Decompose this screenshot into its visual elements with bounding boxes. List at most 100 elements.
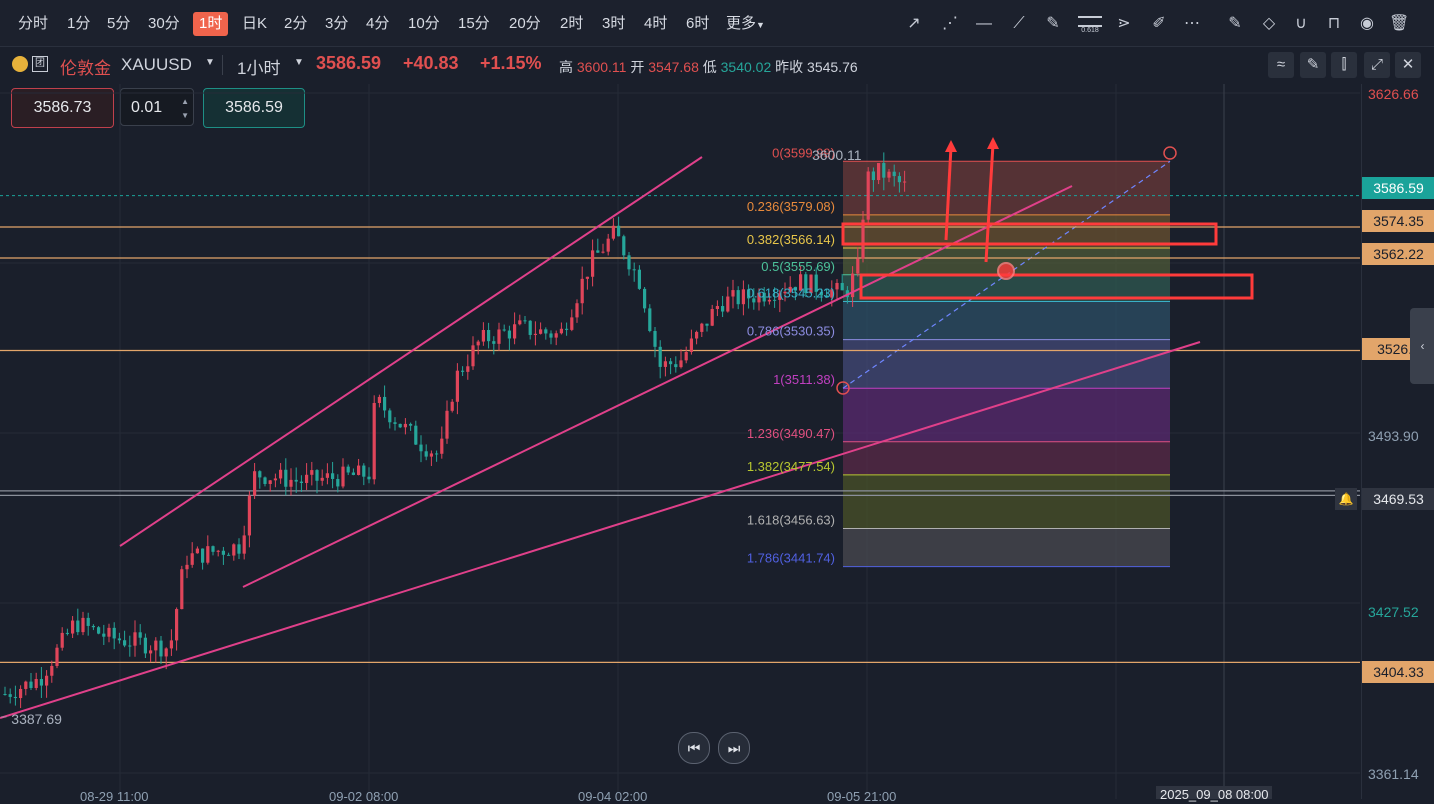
candle-body [658, 346, 662, 367]
candle-body [320, 477, 324, 481]
candle-body [897, 176, 901, 183]
candle-body [268, 480, 272, 484]
tf-15m[interactable]: 15分 [454, 12, 494, 36]
candle-body [143, 637, 147, 654]
candle-body [273, 478, 277, 481]
tf-3m[interactable]: 3分 [321, 12, 352, 36]
eraser-icon[interactable]: ◇ [1259, 14, 1279, 34]
fib-label: 0.5(3555.69) [761, 259, 835, 274]
price-change-pct: +1.15% [480, 53, 542, 73]
tf-1h[interactable]: 1时 [193, 12, 229, 36]
candle-body [398, 423, 402, 428]
candle-body [76, 620, 80, 633]
period-caret-icon[interactable]: ▼ [294, 57, 304, 68]
more-dots-icon[interactable]: ⋯ [1182, 14, 1202, 34]
price-axis[interactable]: 3626.66 3493.90 3427.52 3361.14 3586.59 … [1361, 84, 1434, 799]
scroll-forward-button[interactable]: ⏭ [718, 732, 750, 764]
candle-body [715, 306, 719, 310]
candle-body [570, 317, 574, 330]
dotted-arrow-icon[interactable]: ⋰ [940, 14, 960, 34]
arrow-up-right-icon[interactable]: ↗ [904, 14, 924, 34]
tf-fenshi[interactable]: 分时 [14, 12, 52, 36]
candle-body [258, 471, 262, 478]
candle-body [726, 296, 730, 312]
period-select[interactable]: 1小时 [237, 54, 280, 79]
tf-6h[interactable]: 6时 [682, 12, 713, 36]
candle-body [81, 617, 85, 633]
tf-day[interactable]: 日K [238, 12, 271, 36]
more-menu[interactable]: 更多▼ [722, 12, 769, 36]
tf-10m[interactable]: 10分 [404, 12, 444, 36]
candle-body [351, 472, 355, 475]
tf-2h[interactable]: 2时 [556, 12, 587, 36]
bell-icon[interactable]: 🔔 [1335, 488, 1357, 510]
axis-label-top: 3626.66 [1368, 86, 1419, 102]
pen-icon[interactable]: ✎ [1043, 14, 1063, 34]
edit-icon[interactable]: ✎ [1225, 14, 1245, 34]
candle-body [289, 479, 293, 487]
candle-body [632, 269, 636, 271]
trend-line-icon[interactable]: ⟋ [1009, 14, 1029, 34]
candle-body [341, 466, 345, 487]
fib-band [843, 388, 1170, 442]
candles-icon[interactable]: ⫿ [1331, 52, 1357, 78]
candle-body [39, 679, 43, 686]
fib-label: 0.236(3579.08) [747, 199, 835, 214]
price-chart[interactable]: 0(3599.99)0.236(3579.08)0.382(3566.14)0.… [0, 84, 1360, 799]
fibonacci-icon[interactable]: 0.618 [1078, 14, 1102, 34]
fib-band [843, 441, 1170, 475]
candle-body [721, 306, 725, 312]
tf-20m[interactable]: 20分 [505, 12, 545, 36]
candle-body [362, 465, 366, 477]
candle-body [559, 328, 563, 334]
divider [222, 55, 223, 75]
fib-label: 0.382(3566.14) [747, 232, 835, 247]
candle-body [523, 320, 527, 322]
candle-body [97, 627, 101, 634]
draw-edit-icon[interactable]: ✎ [1300, 52, 1326, 78]
axis-label: 3361.14 [1368, 766, 1419, 782]
candle-body [149, 650, 153, 654]
trash-icon[interactable]: 🗑 [1389, 14, 1409, 34]
symbol-caret-icon[interactable]: ▼ [205, 57, 215, 68]
candle-body [741, 289, 745, 305]
candle-body [159, 640, 163, 657]
candle-body [357, 465, 361, 475]
last-price: 3586.59 [316, 53, 382, 73]
fib-label: 1.236(3490.47) [747, 426, 835, 441]
candle-body [539, 329, 543, 334]
chart-type-icon[interactable]: ≈ [1268, 52, 1294, 78]
magnet-icon[interactable]: ∪ [1291, 14, 1311, 34]
candle-body [648, 308, 652, 331]
eye-icon[interactable]: ◉ [1357, 14, 1377, 34]
unlock-icon[interactable]: ⊓ [1324, 14, 1344, 34]
candle-body [138, 632, 142, 638]
expand-icon[interactable]: ⤢ [1364, 52, 1390, 78]
candle-body [91, 625, 95, 628]
candle-body [533, 333, 537, 335]
collapse-panel-icon[interactable]: ‹ [1410, 308, 1434, 384]
open-label: 开 [630, 59, 645, 75]
horizontal-line-icon[interactable]: — [974, 14, 994, 34]
candle-body [247, 495, 251, 536]
gann-fan-icon[interactable]: ⋗ [1114, 14, 1134, 34]
tf-3h[interactable]: 3时 [598, 12, 629, 36]
instrument-symbol[interactable]: XAUUSD [121, 55, 192, 75]
highlighter-icon[interactable]: ✐ [1149, 14, 1169, 34]
close-icon[interactable]: ✕ [1395, 52, 1421, 78]
tf-5m[interactable]: 5分 [103, 12, 134, 36]
candle-body [154, 640, 158, 651]
tf-4h[interactable]: 4时 [640, 12, 671, 36]
candle-body [435, 453, 439, 455]
instrument-name[interactable]: 伦敦金 [60, 54, 111, 79]
tf-2m[interactable]: 2分 [280, 12, 311, 36]
tf-1m[interactable]: 1分 [63, 12, 94, 36]
price-tag-alert: 3469.53 [1362, 488, 1434, 510]
candle-body [731, 290, 735, 297]
candle-body [601, 251, 605, 253]
candle-body [455, 370, 459, 402]
scroll-back-button[interactable]: ⏮ [678, 732, 710, 764]
tf-30m[interactable]: 30分 [144, 12, 184, 36]
tf-4m[interactable]: 4分 [362, 12, 393, 36]
trend-channel-line [119, 156, 703, 547]
